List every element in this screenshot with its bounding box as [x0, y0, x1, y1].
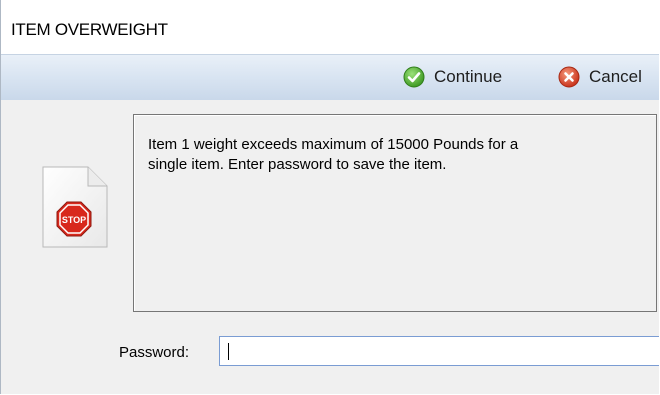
toolbar: Continue Cancel: [1, 54, 659, 101]
dialog-body: STOP Item 1 weight exceeds maximum of 15…: [1, 100, 659, 394]
cancel-button[interactable]: Cancel: [558, 64, 642, 90]
dialog-title: ITEM OVERWEIGHT: [11, 20, 168, 39]
password-label: Password:: [119, 344, 190, 361]
continue-label: Continue: [434, 67, 503, 86]
check-circle-icon: [403, 66, 425, 88]
stop-sign-label: STOP: [62, 215, 86, 225]
title-bar: ITEM OVERWEIGHT: [1, 0, 659, 54]
stop-sign-icon: STOP: [42, 166, 108, 248]
password-input[interactable]: [219, 336, 659, 366]
close-circle-icon: [558, 66, 580, 88]
text-caret: [228, 343, 229, 360]
cancel-label: Cancel: [589, 67, 642, 86]
message-box: Item 1 weight exceeds maximum of 15000 P…: [133, 114, 657, 312]
item-overweight-dialog: ITEM OVERWEIGHT Continue Cancel STOP Ite…: [0, 0, 659, 394]
continue-button[interactable]: Continue: [403, 64, 502, 90]
message-text: Item 1 weight exceeds maximum of 15000 P…: [148, 136, 519, 173]
